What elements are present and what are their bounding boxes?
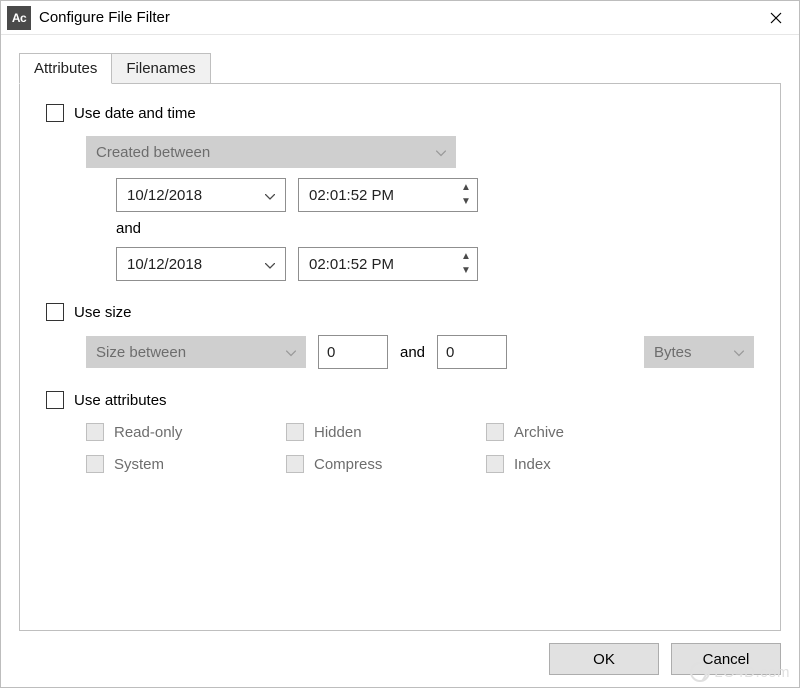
date-mode-value: Created between [96,144,210,161]
spinner-buttons: ▲ ▼ [457,250,475,278]
chevron-down-icon [265,256,275,273]
chevron-down-icon [734,344,744,361]
to-time-value: 02:01:52 PM [309,256,394,273]
use-date-label: Use date and time [74,105,196,122]
tabstrip: Attributes Filenames [19,53,781,84]
size-to-input[interactable]: 0 [437,335,507,369]
attr-hidden-label: Hidden [314,424,362,441]
size-mode-value: Size between [96,344,186,361]
spin-up-button[interactable]: ▲ [457,251,475,263]
window-title: Configure File Filter [39,9,753,26]
client-area: Attributes Filenames Use date and time C… [1,35,799,687]
chevron-down-icon [265,187,275,204]
chevron-down-icon [436,144,446,161]
attr-hidden-checkbox[interactable] [286,423,304,441]
size-to-value: 0 [446,344,454,361]
app-icon: Ac [7,6,31,30]
use-attrs-checkbox[interactable] [46,391,64,409]
attr-readonly-checkbox[interactable] [86,423,104,441]
to-time-spinner[interactable]: 02:01:52 PM ▲ ▼ [298,247,478,281]
and-label: and [116,220,754,237]
attr-archive-checkbox[interactable] [486,423,504,441]
date-mode-combobox[interactable]: Created between [86,136,456,168]
spinner-buttons: ▲ ▼ [457,181,475,209]
from-date-value: 10/12/2018 [127,187,202,204]
use-size-checkbox[interactable] [46,303,64,321]
tab-attributes[interactable]: Attributes [19,53,112,84]
dialog-window: Ac Configure File Filter Attributes File… [0,0,800,688]
to-date-value: 10/12/2018 [127,256,202,273]
cancel-button[interactable]: Cancel [671,643,781,675]
spin-up-button[interactable]: ▲ [457,182,475,194]
chevron-down-icon [286,344,296,361]
attr-readonly-label: Read-only [114,424,182,441]
attr-system-label: System [114,456,164,473]
close-icon [770,12,782,24]
spin-down-button[interactable]: ▼ [457,265,475,277]
to-date-picker[interactable]: 10/12/2018 [116,247,286,281]
attr-compress-checkbox[interactable] [286,455,304,473]
size-unit-value: Bytes [654,344,692,361]
spin-down-button[interactable]: ▼ [457,196,475,208]
close-button[interactable] [753,2,799,34]
from-time-value: 02:01:52 PM [309,187,394,204]
use-date-checkbox[interactable] [46,104,64,122]
date-range-block: 10/12/2018 02:01:52 PM ▲ ▼ [116,178,754,281]
use-attrs-label: Use attributes [74,392,167,409]
section-date: Use date and time Created between 10/12/… [46,104,754,281]
from-time-spinner[interactable]: 02:01:52 PM ▲ ▼ [298,178,478,212]
tab-filenames[interactable]: Filenames [111,53,210,84]
button-bar: OK Cancel [19,643,781,675]
size-unit-combobox[interactable]: Bytes [644,336,754,368]
titlebar: Ac Configure File Filter [1,1,799,35]
size-from-value: 0 [327,344,335,361]
attr-system-checkbox[interactable] [86,455,104,473]
ok-button[interactable]: OK [549,643,659,675]
attr-archive-label: Archive [514,424,564,441]
attr-index-label: Index [514,456,551,473]
size-from-input[interactable]: 0 [318,335,388,369]
section-attrs: Use attributes Read-only Hidden Archive [46,391,754,473]
section-size: Use size Size between 0 and 0 [46,303,754,369]
size-and-label: and [400,344,425,361]
size-mode-combobox[interactable]: Size between [86,336,306,368]
from-date-picker[interactable]: 10/12/2018 [116,178,286,212]
attr-compress-label: Compress [314,456,382,473]
attr-index-checkbox[interactable] [486,455,504,473]
use-size-label: Use size [74,304,132,321]
tabpage-attributes: Use date and time Created between 10/12/… [19,83,781,631]
